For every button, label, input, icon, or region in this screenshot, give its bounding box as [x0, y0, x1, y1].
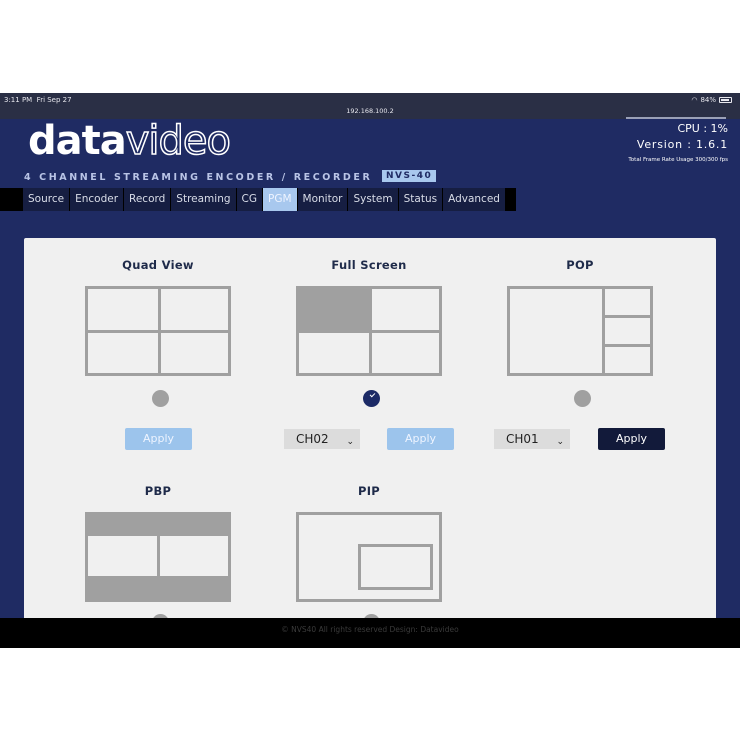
option-title: POP — [566, 258, 594, 272]
option-full-screen: Full Screen — [279, 258, 459, 272]
option-title: Quad View — [122, 258, 194, 272]
option-pbp: PBP — [68, 484, 248, 498]
tab-status[interactable]: Status — [398, 188, 444, 211]
channel-value: CH01 — [506, 432, 539, 446]
pbp-layout-icon[interactable] — [85, 512, 231, 602]
nav-bar: Source Encoder Record Streaming CG PGM M… — [0, 188, 516, 211]
chevron-down-icon: ⌄ — [346, 437, 354, 447]
tab-advanced[interactable]: Advanced — [443, 188, 506, 211]
full-screen-apply-button[interactable]: Apply — [387, 428, 454, 450]
channel-value: CH02 — [296, 432, 329, 446]
model-badge: NVS-40 — [382, 170, 437, 182]
full-screen-channel-select[interactable]: CH02 ⌄ — [284, 429, 360, 449]
cpu-usage: CPU : 1% — [677, 122, 728, 135]
address-url[interactable]: 192.168.100.2 — [0, 107, 740, 115]
pip-layout-icon[interactable] — [296, 512, 442, 602]
ios-status-bar: 3:11 PM Fri Sep 27 192.168.100.2 ◠ 84% — [0, 93, 740, 119]
main-nav: Source Encoder Record Streaming CG PGM M… — [0, 188, 740, 211]
tab-source[interactable]: Source — [23, 188, 71, 211]
tab-encoder[interactable]: Encoder — [70, 188, 125, 211]
tab-pgm[interactable]: PGM — [263, 188, 298, 211]
option-pip: PIP — [279, 484, 459, 498]
full-screen-layout-icon[interactable] — [296, 286, 442, 376]
pop-channel-select[interactable]: CH01 ⌄ — [494, 429, 570, 449]
tab-streaming[interactable]: Streaming — [171, 188, 237, 211]
battery-percent: 84% — [700, 96, 716, 104]
chevron-down-icon: ⌄ — [556, 437, 564, 447]
pop-radio[interactable] — [574, 390, 591, 407]
quad-view-radio[interactable] — [152, 390, 169, 407]
wifi-icon: ◠ — [691, 96, 698, 104]
datavideo-logo: datavideo — [28, 118, 232, 164]
option-title: Full Screen — [331, 258, 407, 272]
quad-view-layout-icon[interactable] — [85, 286, 231, 376]
pop-layout-icon[interactable] — [507, 286, 653, 376]
option-title: PBP — [144, 484, 172, 498]
ipad-screen: 3:11 PM Fri Sep 27 192.168.100.2 ◠ 84% d… — [0, 93, 740, 648]
app-header: datavideo 4 CHANNEL STREAMING ENCODER / … — [0, 118, 740, 187]
option-title: PIP — [357, 484, 381, 498]
frame-rate-usage: Total Frame Rate Usage 300/300 fps — [628, 157, 728, 163]
tab-cg[interactable]: CG — [236, 188, 263, 211]
footer: © NVS40 All rights reserved Design: Data… — [0, 618, 740, 648]
status-time: 3:11 PM Fri Sep 27 — [4, 96, 72, 104]
tab-monitor[interactable]: Monitor — [297, 188, 349, 211]
product-tagline: 4 CHANNEL STREAMING ENCODER / RECORDER — [24, 172, 373, 183]
status-right: ◠ 84% — [691, 96, 732, 104]
battery-icon — [719, 97, 732, 103]
firmware-version: Version : 1.6.1 — [636, 138, 728, 151]
option-quad-view: Quad View — [68, 258, 248, 272]
tab-system[interactable]: System — [348, 188, 399, 211]
quad-view-apply-button[interactable]: Apply — [125, 428, 192, 450]
pgm-panel: Quad View Apply Full Screen CH02 ⌄ Apply… — [24, 238, 716, 648]
full-screen-radio[interactable] — [363, 390, 380, 407]
pop-apply-button[interactable]: Apply — [598, 428, 665, 450]
option-pop: POP — [490, 258, 670, 272]
tab-record[interactable]: Record — [124, 188, 172, 211]
